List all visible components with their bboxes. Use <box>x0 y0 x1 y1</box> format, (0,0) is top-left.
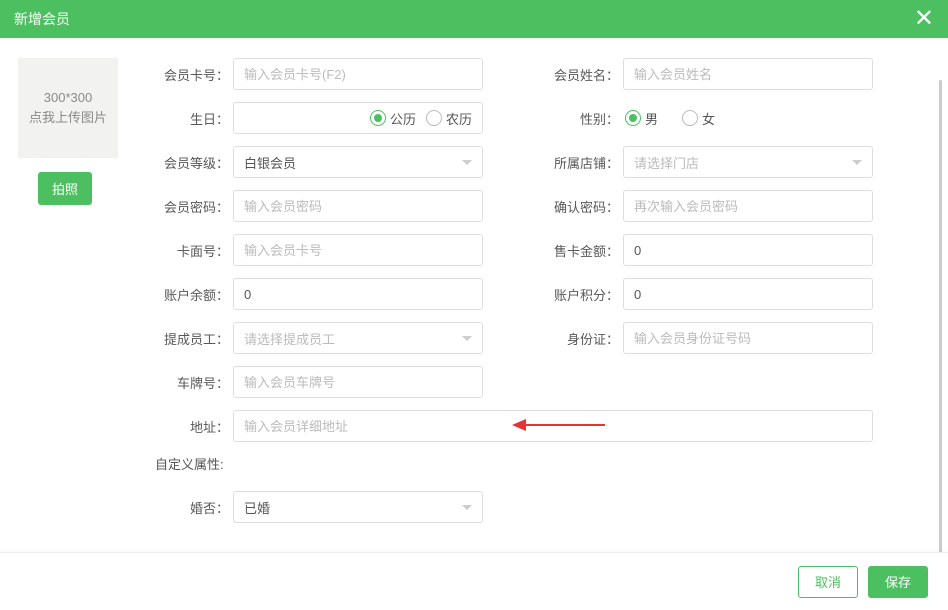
radio-circle-icon <box>426 110 442 126</box>
radio-dot-icon <box>370 110 386 126</box>
face-no-input[interactable] <box>233 234 483 266</box>
modal-header: 新增会员 ✕ <box>0 0 948 38</box>
gender-radio-group: 男 女 <box>623 109 715 128</box>
gender-male-label: 男 <box>645 109 658 128</box>
gender-male-radio[interactable]: 男 <box>625 109 658 128</box>
take-photo-button[interactable]: 拍照 <box>38 172 92 205</box>
staff-select[interactable]: 请选择提成员工 <box>233 322 483 354</box>
points-label: 账户积分： <box>533 285 623 304</box>
modal-footer: 取消 保存 <box>0 552 948 610</box>
plate-input[interactable] <box>233 366 483 398</box>
staff-label: 提成员工： <box>143 329 233 348</box>
card-no-label: 会员卡号： <box>143 65 233 84</box>
sale-amount-input[interactable] <box>623 234 873 266</box>
chevron-down-icon <box>462 160 472 165</box>
balance-label: 账户余额： <box>143 285 233 304</box>
calendar-solar-label: 公历 <box>390 109 416 128</box>
chevron-down-icon <box>462 336 472 341</box>
marriage-value: 已婚 <box>244 498 270 517</box>
member-name-input[interactable] <box>623 58 873 90</box>
level-select[interactable]: 白银会员 <box>233 146 483 178</box>
upload-image-box[interactable]: 300*300 点我上传图片 <box>18 58 118 158</box>
modal-body: 300*300 点我上传图片 拍照 会员卡号： 会员姓名： 生日： 公历 <box>0 38 948 548</box>
password-label: 会员密码： <box>143 197 233 216</box>
chevron-down-icon <box>852 160 862 165</box>
upload-column: 300*300 点我上传图片 拍照 <box>18 58 143 548</box>
scrollbar[interactable] <box>939 80 942 580</box>
gender-female-label: 女 <box>702 109 715 128</box>
calendar-solar-radio[interactable]: 公历 <box>370 109 416 128</box>
marriage-label: 婚否： <box>143 498 233 517</box>
birthday-input-wrap[interactable]: 公历 农历 <box>233 102 483 134</box>
confirm-password-label: 确认密码： <box>533 197 623 216</box>
level-value: 白银会员 <box>244 153 296 172</box>
id-card-input[interactable] <box>623 322 873 354</box>
save-button[interactable]: 保存 <box>868 566 928 598</box>
card-no-input[interactable] <box>233 58 483 90</box>
balance-input[interactable] <box>233 278 483 310</box>
sale-amount-label: 售卡金额： <box>533 241 623 260</box>
confirm-password-input[interactable] <box>623 190 873 222</box>
face-no-label: 卡面号： <box>143 241 233 260</box>
address-input[interactable] <box>233 410 873 442</box>
upload-size-text: 300*300 <box>44 88 92 108</box>
calendar-lunar-label: 农历 <box>446 109 472 128</box>
radio-circle-icon <box>682 110 698 126</box>
close-icon[interactable]: ✕ <box>914 7 934 31</box>
member-name-label: 会员姓名： <box>533 65 623 84</box>
gender-label: 性别： <box>533 109 623 128</box>
calendar-lunar-radio[interactable]: 农历 <box>426 109 472 128</box>
plate-label: 车牌号： <box>143 373 233 392</box>
chevron-down-icon <box>462 505 472 510</box>
address-label: 地址： <box>143 417 233 436</box>
radio-dot-icon <box>625 110 641 126</box>
points-input[interactable] <box>623 278 873 310</box>
shop-select[interactable]: 请选择门店 <box>623 146 873 178</box>
shop-placeholder: 请选择门店 <box>634 153 699 172</box>
custom-attrs-heading: 自定义属性: <box>143 454 930 473</box>
id-card-label: 身份证： <box>533 329 623 348</box>
gender-female-radio[interactable]: 女 <box>682 109 715 128</box>
password-input[interactable] <box>233 190 483 222</box>
cancel-button[interactable]: 取消 <box>798 566 858 598</box>
staff-placeholder: 请选择提成员工 <box>244 329 335 348</box>
modal-title: 新增会员 <box>14 9 70 29</box>
level-label: 会员等级： <box>143 153 233 172</box>
upload-hint-text: 点我上传图片 <box>29 108 107 128</box>
form-area: 会员卡号： 会员姓名： 生日： 公历 农历 <box>143 58 930 548</box>
birthday-label: 生日： <box>143 109 233 128</box>
marriage-select[interactable]: 已婚 <box>233 491 483 523</box>
shop-label: 所属店铺： <box>533 153 623 172</box>
